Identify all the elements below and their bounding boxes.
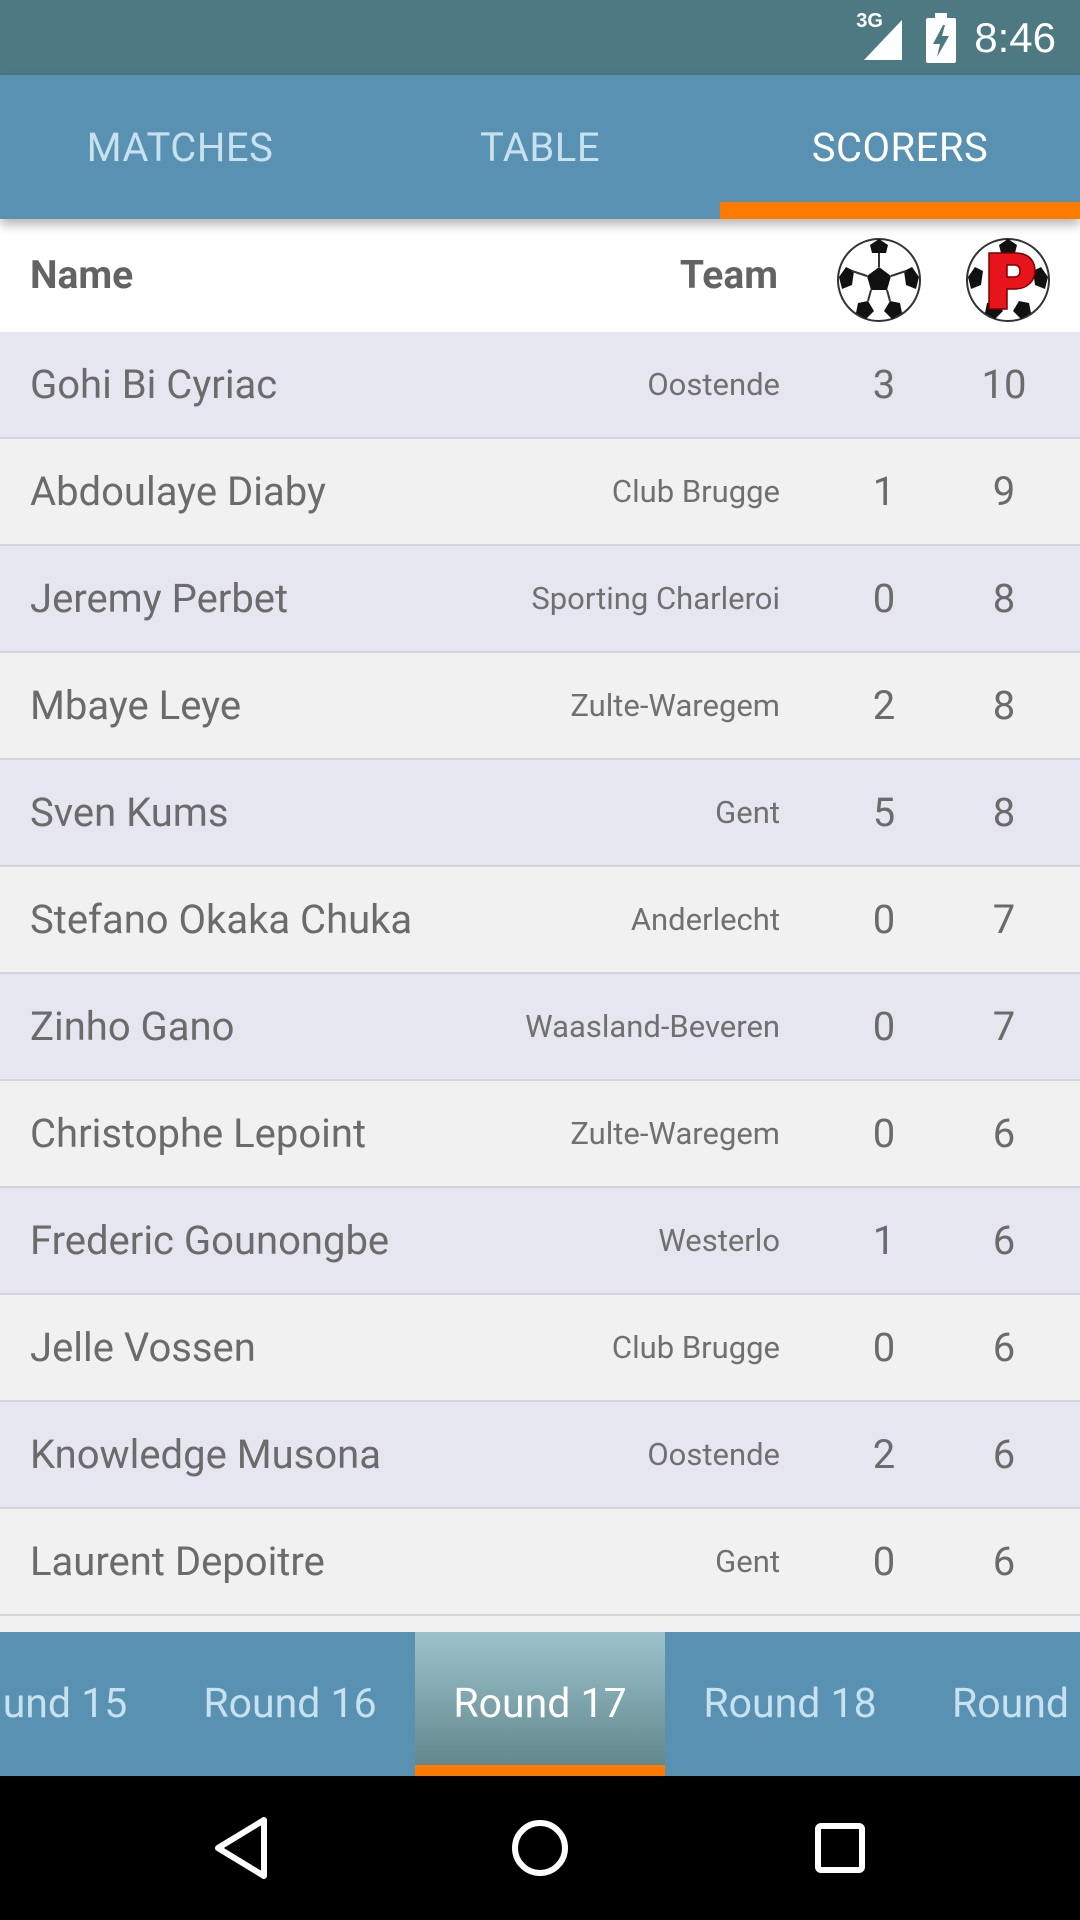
player-name: Knowledge Musona: [30, 1431, 381, 1478]
table-row[interactable]: Jelle Vossen Club Brugge 0 6: [0, 1295, 1080, 1402]
player-team: Oostende: [647, 366, 780, 403]
player-goals: 7: [992, 1003, 1016, 1050]
player-penalty-goals: 1: [872, 468, 896, 515]
player-name: Stefano Okaka Chuka: [30, 896, 413, 943]
player-name: Frederic Gounongbe: [30, 1217, 390, 1264]
player-name: Mbaye Leye: [30, 682, 242, 729]
player-team: Sporting Charleroi: [531, 580, 780, 617]
back-icon[interactable]: [200, 1808, 280, 1888]
player-penalty-goals: 0: [872, 1003, 896, 1050]
player-team: Gent: [715, 794, 780, 831]
scorers-table-header: Name Team: [0, 219, 1080, 332]
round-tab-16[interactable]: Round 16: [165, 1632, 415, 1776]
player-goals: 9: [992, 468, 1016, 515]
status-clock: 8:46: [974, 13, 1056, 61]
player-penalty-goals: 2: [872, 682, 896, 729]
system-nav-bar: [0, 1776, 1080, 1920]
round-tab-18[interactable]: Round 18: [665, 1632, 915, 1776]
round-tab-15[interactable]: und 15: [0, 1632, 190, 1776]
soccer-ball-icon[interactable]: [836, 237, 922, 323]
player-penalty-goals: 2: [872, 1431, 896, 1478]
table-row[interactable]: Knowledge Musona Oostende 2 6: [0, 1402, 1080, 1509]
home-icon[interactable]: [500, 1808, 580, 1888]
table-row[interactable]: Gohi Bi Cyriac Oostende 3 10: [0, 332, 1080, 439]
tab-scorers[interactable]: SCORERS: [720, 75, 1080, 219]
scorers-screen: 3G 8:46 MATCHES TABLE SCORERS Name Team: [0, 0, 1080, 1920]
player-penalty-goals: 5: [872, 789, 896, 836]
tab-matches[interactable]: MATCHES: [0, 75, 360, 219]
player-goals: 6: [992, 1217, 1016, 1264]
table-row[interactable]: Frederic Gounongbe Westerlo 1 6: [0, 1188, 1080, 1295]
player-team: Zulte-Waregem: [570, 1115, 780, 1152]
player-name: Jelle Vossen: [30, 1324, 256, 1371]
player-name: Gohi Bi Cyriac: [30, 361, 278, 408]
table-row[interactable]: Zinho Gano Waasland-Beveren 0 7: [0, 974, 1080, 1081]
player-team: Zulte-Waregem: [570, 687, 780, 724]
recents-icon[interactable]: [800, 1808, 880, 1888]
player-goals: 6: [992, 1431, 1016, 1478]
player-team: Club Brugge: [611, 1329, 780, 1366]
battery-charging-icon: [926, 12, 957, 63]
player-team: Oostende: [647, 1436, 780, 1473]
player-penalty-goals: 0: [872, 1324, 896, 1371]
status-icons: 3G 8:46: [856, 0, 1056, 75]
player-team: Westerlo: [658, 1222, 780, 1259]
player-goals: 10: [981, 361, 1027, 408]
player-penalty-goals: 1: [872, 1217, 896, 1264]
table-row[interactable]: Sven Kums Gent 5 8: [0, 760, 1080, 867]
round-tab-17[interactable]: Round 17: [415, 1632, 665, 1776]
table-row[interactable]: Christophe Lepoint Zulte-Waregem 0 6: [0, 1081, 1080, 1188]
table-row[interactable]: Laurent Depoitre Gent 0 6: [0, 1509, 1080, 1616]
player-penalty-goals: 0: [872, 575, 896, 622]
player-goals: 7: [992, 896, 1016, 943]
player-goals: 6: [992, 1324, 1016, 1371]
column-header-team[interactable]: Team: [680, 219, 778, 332]
player-team: Club Brugge: [611, 473, 780, 510]
player-name: Abdoulaye Diaby: [30, 468, 326, 515]
player-name: Christophe Lepoint: [30, 1110, 367, 1157]
player-goals: 6: [992, 1110, 1016, 1157]
table-row[interactable]: Mbaye Leye Zulte-Waregem 2 8: [0, 653, 1080, 760]
player-team: Gent: [715, 1543, 780, 1580]
player-name: Jeremy Perbet: [30, 575, 289, 622]
tab-table[interactable]: TABLE: [360, 75, 720, 219]
player-penalty-goals: 0: [872, 1110, 896, 1157]
column-header-name[interactable]: Name: [30, 219, 133, 332]
player-goals: 8: [992, 789, 1016, 836]
scorers-list: Gohi Bi Cyriac Oostende 3 10 Abdoulaye D…: [0, 332, 1080, 1616]
player-goals: 6: [992, 1538, 1016, 1585]
penalty-p-icon[interactable]: [965, 237, 1051, 323]
player-name: Laurent Depoitre: [30, 1538, 325, 1585]
player-penalty-goals: 0: [872, 1538, 896, 1585]
player-goals: 8: [992, 682, 1016, 729]
table-row[interactable]: Stefano Okaka Chuka Anderlecht 0 7: [0, 867, 1080, 974]
table-row[interactable]: Jeremy Perbet Sporting Charleroi 0 8: [0, 546, 1080, 653]
player-name: Sven Kums: [30, 789, 229, 836]
main-tab-bar: MATCHES TABLE SCORERS: [0, 75, 1080, 219]
player-name: Zinho Gano: [30, 1003, 235, 1050]
player-team: Anderlecht: [630, 901, 780, 938]
status-bar: 3G 8:46: [0, 0, 1080, 75]
player-penalty-goals: 3: [872, 361, 896, 408]
table-row[interactable]: Abdoulaye Diaby Club Brugge 1 9: [0, 439, 1080, 546]
round-tab-19[interactable]: Round: [900, 1632, 1080, 1776]
player-team: Waasland-Beveren: [525, 1008, 780, 1045]
player-penalty-goals: 0: [872, 896, 896, 943]
round-selector[interactable]: und 15 Round 16 Round 17 Round 18 Round: [0, 1632, 1080, 1776]
player-goals: 8: [992, 575, 1016, 622]
signal-3g-icon: 3G: [856, 10, 908, 62]
